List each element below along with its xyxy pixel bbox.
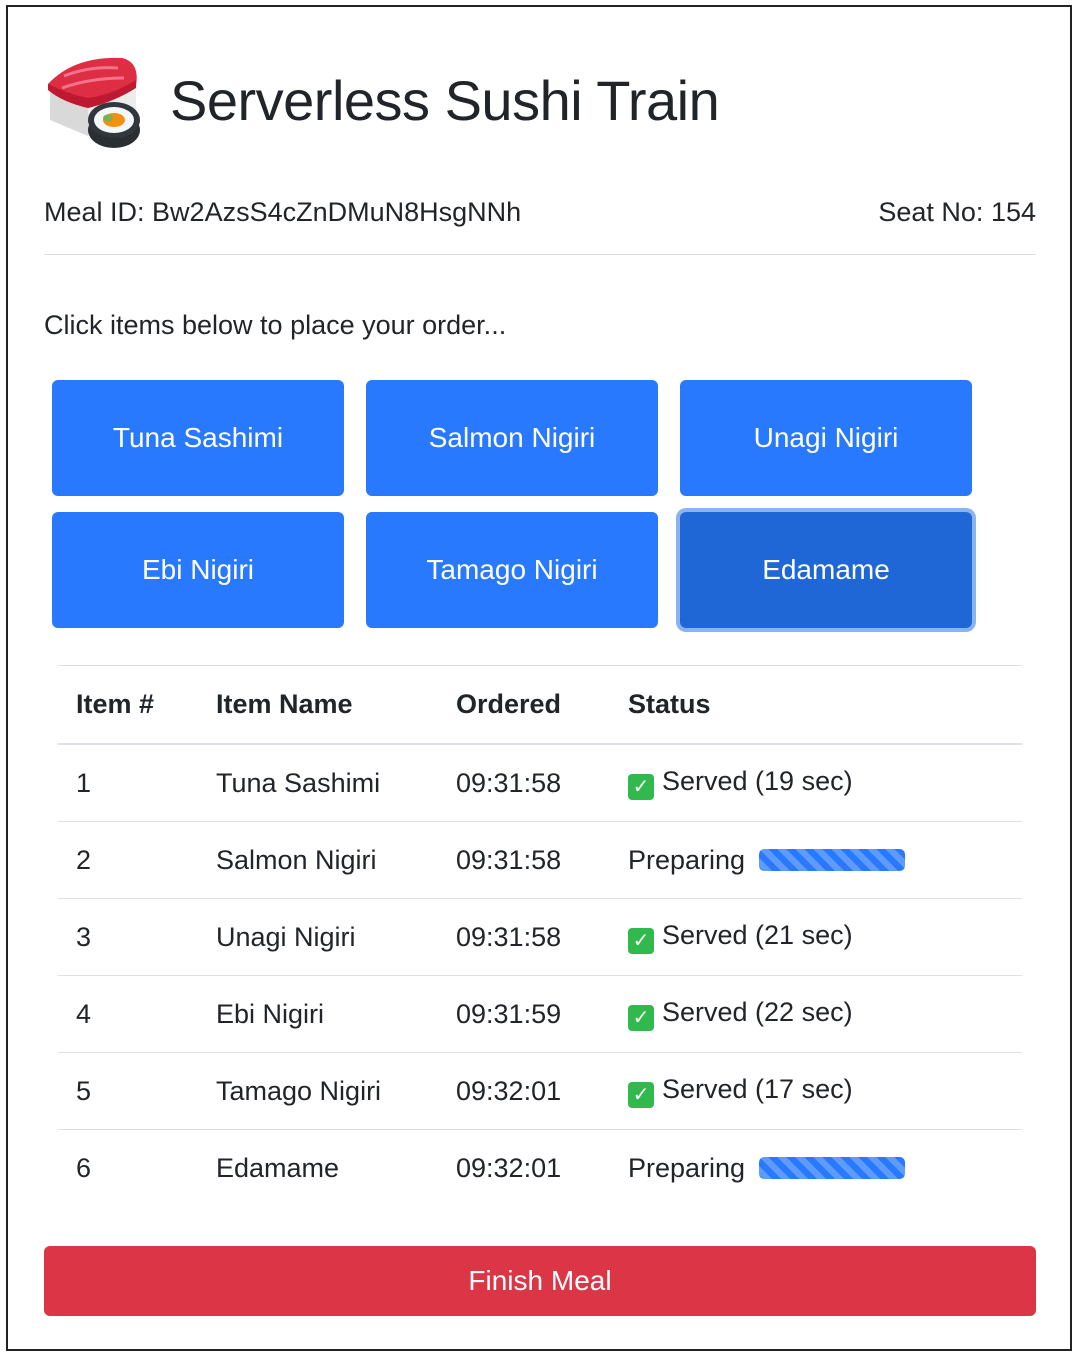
item-name-cell: Salmon Nigiri [198,821,438,899]
table-row: 3 Unagi Nigiri 09:31:58 ✓ Served (21 sec) [58,898,1022,976]
status-text: Served (21 sec) [662,920,853,950]
meal-id: Meal ID: Bw2AzsS4cZnDMuN8HsgNNh [44,197,521,228]
status-cell: ✓ Served (22 sec) [610,975,1022,1053]
menu-button-salmon-nigiri[interactable]: Salmon Nigiri [366,380,658,496]
status-text: Served (19 sec) [662,766,853,796]
menu-button-edamame[interactable]: Edamame [680,512,972,628]
item-name-cell: Tamago Nigiri [198,1052,438,1130]
meal-id-label: Meal ID: [44,196,145,227]
meal-info-row: Meal ID: Bw2AzsS4cZnDMuN8HsgNNh Seat No:… [44,190,1036,234]
column-header-ordered: Ordered [438,665,610,745]
status-cell: ✓ Served (19 sec) [610,744,1022,822]
table-header-row: Item # Item Name Ordered Status [58,665,1022,745]
orders-table: Item # Item Name Ordered Status 1 Tuna Sa… [58,665,1022,1206]
item-number-cell: 3 [58,898,198,976]
menu-button-tamago-nigiri[interactable]: Tamago Nigiri [366,512,658,628]
status-cell: ✓ Served (17 sec) [610,1052,1022,1130]
order-instruction: Click items below to place your order... [44,310,507,340]
menu-grid: Tuna Sashimi Salmon Nigiri Unagi Nigiri … [52,380,972,628]
table-row: 1 Tuna Sashimi 09:31:58 ✓ Served (19 sec) [58,744,1022,822]
status-text: Preparing [628,844,746,875]
item-name-cell: Unagi Nigiri [198,898,438,976]
column-header-item-name: Item Name [198,665,438,745]
page-title: Serverless Sushi Train [170,68,720,132]
header-divider [44,254,1036,255]
menu-button-unagi-nigiri[interactable]: Unagi Nigiri [680,380,972,496]
status-text: Served (17 sec) [662,1074,853,1104]
progress-bar [759,848,906,871]
sushi-icon [48,57,140,148]
item-name-cell: Ebi Nigiri [198,975,438,1053]
seat-label: Seat No: [878,196,984,227]
item-number-cell: 2 [58,821,198,899]
seat-number: Seat No: 154 [878,197,1036,228]
table-row: 5 Tamago Nigiri 09:32:01 ✓ Served (17 sec) [58,1052,1022,1130]
item-name-cell: Edamame [216,1152,340,1183]
seat-value: 154 [990,196,1036,227]
column-header-status: Status [610,665,1022,745]
status-text: Served (22 sec) [662,997,853,1027]
check-mark-button-icon: ✓ [628,1082,654,1108]
finish-meal-button[interactable]: Finish Meal [44,1246,1036,1316]
check-mark-button-icon: ✓ [628,774,654,800]
ordered-time-cell: 09:31:59 [438,975,610,1053]
column-header-item-number: Item # [58,665,198,745]
menu-button-ebi-nigiri[interactable]: Ebi Nigiri [52,512,344,628]
ordered-time-cell: 09:31:58 [438,821,610,899]
progress-bar-fill [759,1156,906,1179]
item-name-cell: Tuna Sashimi [198,744,438,822]
progress-bar-fill [759,848,906,871]
ordered-time-cell: 09:32:01 [456,1152,562,1183]
meal-id-value: Bw2AzsS4cZnDMuN8HsgNNh [152,196,522,227]
status-text: Preparing [628,1152,746,1183]
ordered-time-cell: 09:31:58 [438,744,610,822]
status-cell: ✓ Served (21 sec) [610,898,1022,976]
check-mark-button-icon: ✓ [628,1005,654,1031]
table-row: 2 Salmon Nigiri 09:31:58 Preparing [58,821,1022,899]
check-mark-button-icon: ✓ [628,928,654,954]
item-number-cell: 5 [58,1052,198,1130]
ordered-time-cell: 09:32:01 [438,1052,610,1130]
table-row: 6 Edamame 09:32:01 Preparing [58,1130,1022,1207]
table-row: 4 Ebi Nigiri 09:31:59 ✓ Served (22 sec) [58,975,1022,1053]
ordered-time-cell: 09:31:58 [438,898,610,976]
item-number-cell: 4 [58,975,198,1053]
status-cell: Preparing [610,821,1022,899]
item-number-cell: 6 [76,1152,92,1183]
progress-bar [759,1156,906,1179]
menu-button-tuna-sashimi[interactable]: Tuna Sashimi [52,380,344,496]
item-number-cell: 1 [58,744,198,822]
status-cell: Preparing [610,1130,1022,1207]
page-header: Serverless Sushi Train [44,50,720,150]
